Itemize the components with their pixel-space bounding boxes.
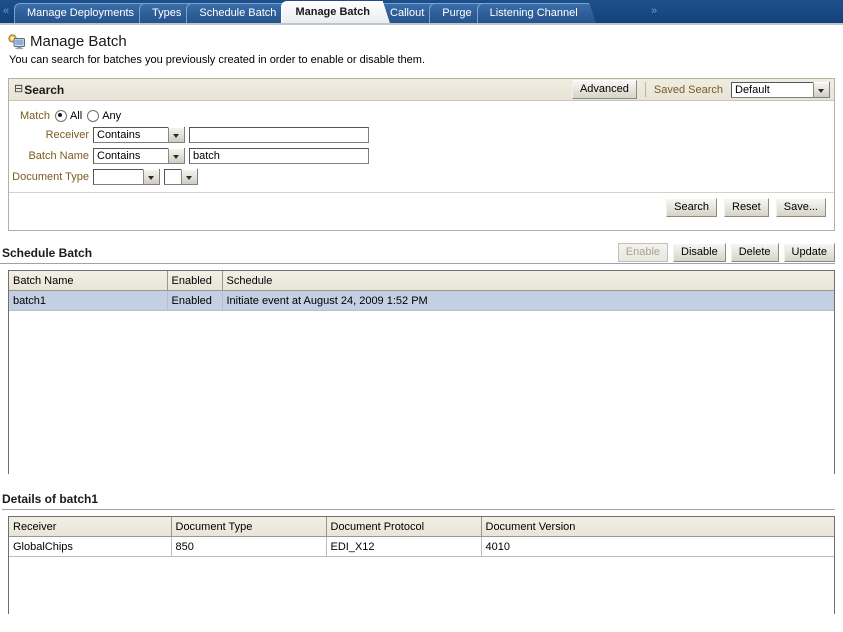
search-body: Match All Any Receiver Contains Batch Na… — [9, 101, 834, 230]
page-title-row: Manage Batch — [8, 33, 843, 51]
chevron-right-double-icon[interactable]: » — [651, 4, 657, 18]
chevron-down-icon — [168, 148, 184, 163]
search-actions: Search Reset Save... — [9, 192, 834, 224]
match-label: Match — [20, 109, 50, 122]
advanced-button[interactable]: Advanced — [571, 80, 637, 99]
document-type-label: Document Type — [12, 170, 89, 183]
page-header: Manage Batch You can search for batches … — [0, 25, 843, 66]
page-title: Manage Batch — [30, 33, 127, 50]
reset-button[interactable]: Reset — [724, 198, 769, 217]
column-header-document-version[interactable]: Document Version — [481, 517, 834, 537]
details-grid: Receiver Document Type Document Protocol… — [8, 516, 835, 617]
chevron-down-icon — [143, 169, 159, 184]
tab-manage-batch[interactable]: Manage Batch — [281, 1, 384, 23]
update-button[interactable]: Update — [783, 242, 835, 262]
receiver-operator-select[interactable]: Contains — [93, 126, 185, 143]
tab-purge[interactable]: Purge — [429, 3, 483, 23]
document-type-row: Document Type — [9, 166, 834, 187]
search-header-actions: Advanced Saved Search Default — [571, 80, 830, 99]
match-row: Match All Any — [9, 107, 834, 124]
batch-name-operator-value: Contains — [97, 149, 141, 162]
document-type-select-secondary[interactable] — [164, 168, 198, 185]
page-subtitle: You can search for batches you previousl… — [9, 54, 426, 66]
tab-listening-channel[interactable]: Listening Channel — [476, 3, 589, 23]
saved-search-select[interactable]: Default — [731, 81, 830, 98]
cell-enabled: Enabled — [167, 290, 223, 311]
saved-search-value: Default — [735, 83, 770, 96]
tab-manage-deployments[interactable]: Manage Deployments — [14, 3, 146, 23]
disable-button[interactable]: Disable — [673, 242, 726, 262]
saved-search-label: Saved Search — [653, 83, 723, 96]
table-row[interactable]: GlobalChips 850 EDI_X12 4010 — [9, 536, 834, 557]
radio-all-label: All — [69, 109, 83, 122]
delete-button[interactable]: Delete — [730, 242, 779, 262]
details-title: Details of batch1 — [2, 492, 835, 510]
receiver-operator-value: Contains — [97, 128, 141, 141]
collapse-toggle-icon[interactable]: ⊟ — [14, 84, 23, 95]
document-type-select-primary[interactable] — [93, 168, 160, 185]
column-header-receiver[interactable]: Receiver — [9, 517, 172, 537]
search-panel-header: ⊟ Search Advanced Saved Search Default — [9, 79, 834, 101]
schedule-batch-title: Schedule Batch — [2, 246, 93, 260]
match-option-any[interactable]: Any — [87, 109, 122, 122]
schedule-batch-grid: Batch Name Enabled Schedule batch1 Enabl… — [8, 270, 835, 477]
cell-document-protocol: EDI_X12 — [326, 536, 482, 557]
search-button[interactable]: Search — [666, 198, 717, 217]
tab-label: Manage Deployments — [27, 7, 135, 19]
tab-list: Manage Deployments Types Schedule Batch … — [14, 0, 589, 23]
tab-schedule-batch[interactable]: Schedule Batch — [186, 3, 288, 23]
schedule-batch-table: Batch Name Enabled Schedule batch1 Enabl… — [9, 271, 834, 311]
chevron-down-icon — [181, 169, 197, 184]
search-panel-title: Search — [24, 82, 65, 97]
save-button[interactable]: Save... — [775, 198, 826, 217]
table-header-row: Batch Name Enabled Schedule — [9, 271, 834, 291]
column-header-batch-name[interactable]: Batch Name — [9, 271, 168, 291]
batch-name-label: Batch Name — [28, 149, 89, 162]
tab-label: Purge — [442, 7, 472, 19]
table-row[interactable]: batch1 Enabled Initiate event at August … — [9, 290, 834, 311]
cell-document-type: 850 — [171, 536, 327, 557]
receiver-label: Receiver — [45, 128, 89, 141]
receiver-input[interactable] — [189, 126, 369, 143]
tab-bar: « Manage Deployments Types Schedule Batc… — [0, 0, 843, 25]
tab-label: Types — [152, 7, 182, 19]
column-header-document-type[interactable]: Document Type — [171, 517, 327, 537]
batch-name-row: Batch Name Contains — [9, 145, 834, 166]
divider — [644, 82, 646, 97]
tab-label: Listening Channel — [489, 7, 578, 19]
table-header-row: Receiver Document Type Document Protocol… — [9, 517, 834, 537]
grid-empty-area — [9, 557, 834, 617]
chevron-down-icon — [168, 127, 184, 142]
monitor-search-icon — [8, 34, 26, 50]
grid-empty-area — [9, 311, 834, 477]
schedule-batch-section-header: Schedule Batch Enable Disable Delete Upd… — [0, 242, 835, 264]
column-header-enabled[interactable]: Enabled — [167, 271, 223, 291]
chevron-left-double-icon[interactable]: « — [3, 4, 9, 18]
radio-all[interactable] — [54, 109, 67, 122]
tab-label: Schedule Batch — [199, 7, 277, 19]
match-option-all[interactable]: All — [54, 109, 83, 122]
radio-any-label: Any — [102, 109, 122, 122]
column-header-document-protocol[interactable]: Document Protocol — [326, 517, 482, 537]
chevron-down-icon — [813, 82, 829, 97]
receiver-row: Receiver Contains — [9, 124, 834, 145]
tab-label: Manage Batch — [295, 6, 371, 18]
cell-receiver: GlobalChips — [9, 536, 172, 557]
batch-name-operator-select[interactable]: Contains — [93, 147, 185, 164]
radio-any[interactable] — [87, 109, 100, 122]
tab-label: Callout — [390, 7, 425, 19]
tab-types[interactable]: Types — [139, 3, 193, 23]
enable-button[interactable]: Enable — [617, 242, 669, 262]
details-table: Receiver Document Type Document Protocol… — [9, 517, 834, 557]
cell-batch-name: batch1 — [9, 290, 168, 311]
schedule-batch-actions: Enable Disable Delete Update — [617, 242, 835, 264]
cell-document-version: 4010 — [481, 536, 834, 557]
search-panel: ⊟ Search Advanced Saved Search Default M… — [8, 78, 835, 231]
column-header-schedule[interactable]: Schedule — [222, 271, 834, 291]
batch-name-input[interactable] — [189, 147, 369, 164]
cell-schedule: Initiate event at August 24, 2009 1:52 P… — [222, 290, 834, 311]
